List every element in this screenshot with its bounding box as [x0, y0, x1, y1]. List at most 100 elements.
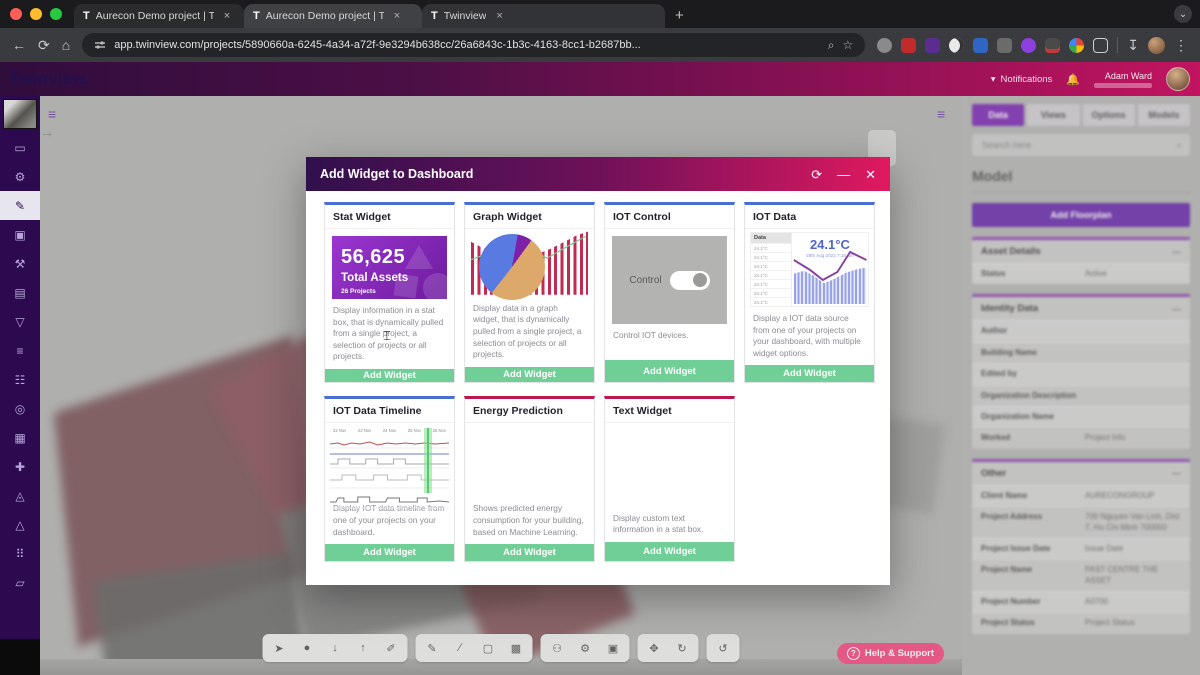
app-header: Twinview. ▾ Notifications 🔔 Adam Ward [0, 62, 1200, 96]
downloads-icon[interactable]: ↧ [1127, 37, 1139, 54]
bookmark-star-icon[interactable]: ☆ [843, 38, 854, 52]
browser-tab[interactable]: T Twinview × [422, 4, 665, 28]
menu-kebab-icon[interactable]: ⋮ [1174, 37, 1188, 54]
back-icon[interactable]: ← [12, 37, 26, 53]
add-widget-button[interactable]: Add Widget [745, 365, 874, 382]
sidebar-tool-icon[interactable]: ⚒ [0, 249, 40, 278]
add-widget-button[interactable]: Add Widget [465, 544, 594, 561]
twinview-favicon: T [83, 10, 90, 22]
model-thumbnail[interactable] [3, 99, 37, 129]
extension-icon[interactable] [877, 38, 892, 53]
date-label: 24 Nov [383, 428, 396, 433]
widget-card-iot-control: IOT Control Control Control IOT devices.… [604, 202, 735, 383]
zoom-search-icon[interactable]: ⌕ [828, 38, 835, 53]
list-row: 24.1°C [751, 243, 791, 252]
toggle-switch[interactable] [670, 271, 710, 290]
bell-icon[interactable]: 🔔 [1066, 73, 1080, 86]
add-widget-button[interactable]: Add Widget [465, 367, 594, 382]
close-icon[interactable]: ✕ [865, 168, 876, 181]
browser-profile-avatar[interactable] [1148, 37, 1165, 54]
add-widget-button[interactable]: Add Widget [605, 542, 734, 561]
sidebar-tool-icon[interactable]: ▭ [0, 133, 40, 162]
widget-title: IOT Control [605, 205, 734, 229]
widget-title: IOT Data Timeline [325, 399, 454, 423]
sidebar-tool-icon[interactable]: ◎ [0, 394, 40, 423]
add-widget-button[interactable]: Add Widget [325, 369, 454, 382]
sidebar-tool-icon[interactable]: ▽ [0, 307, 40, 336]
sidebar-tool-icon[interactable]: ▤ [0, 278, 40, 307]
sidebar-tool-icon[interactable]: ✎ [0, 191, 40, 220]
refresh-icon[interactable]: ⟳ [811, 168, 822, 181]
date-label: 26 Nov [433, 428, 446, 433]
extension-icon[interactable] [949, 38, 964, 53]
trend-line [792, 236, 868, 306]
sidebar-tool-icon[interactable]: ✚ [0, 452, 40, 481]
site-settings-icon[interactable] [94, 39, 106, 51]
add-widget-button[interactable]: Add Widget [325, 544, 454, 561]
widget-description: Display a IOT data source from one of yo… [745, 307, 874, 365]
widget-card-text: Text Widget Display custom text informat… [604, 396, 735, 562]
circle-shape [423, 273, 447, 299]
list-row: 24.1°C [751, 279, 791, 288]
widget-title: Text Widget [605, 399, 734, 423]
add-widget-modal: Add Widget to Dashboard ⟳ — ✕ Stat Widge… [306, 157, 890, 585]
tab-title: Twinview [444, 10, 487, 22]
sidebar-icons: ▭⚙✎▣⚒▤▽≡☷◎▦✚◬△⠿▱ [0, 133, 40, 597]
minimize-icon[interactable]: — [837, 168, 850, 181]
tab-close-icon[interactable]: × [496, 10, 502, 22]
extension-icon[interactable] [973, 38, 988, 53]
sidebar-tool-icon[interactable]: ≡ [0, 336, 40, 365]
add-widget-button[interactable]: Add Widget [605, 360, 734, 382]
browser-tab-strip: T Aurecon Demo project | Twin... × T Aur… [0, 0, 1200, 28]
window-controls [0, 0, 74, 28]
user-avatar[interactable] [1166, 67, 1190, 91]
tab-search-chevron-icon[interactable]: ⌄ [1174, 5, 1192, 23]
timeline-cursor[interactable] [424, 428, 432, 493]
reload-icon[interactable]: ⟳ [38, 37, 50, 54]
extension-icon[interactable] [1069, 38, 1084, 53]
twinview-logo[interactable]: Twinview. [10, 69, 90, 89]
zoom-window-button[interactable] [50, 8, 62, 20]
modal-header[interactable]: Add Widget to Dashboard ⟳ — ✕ [306, 157, 890, 191]
address-bar[interactable]: app.twinview.com/projects/5890660a-6245-… [82, 33, 865, 57]
sidebar-tool-icon[interactable]: ◬ [0, 481, 40, 510]
sidebar-tool-icon[interactable]: ▣ [0, 220, 40, 249]
close-window-button[interactable] [10, 8, 22, 20]
home-icon[interactable]: ⌂ [62, 37, 70, 53]
sidebar-tool-icon[interactable]: ▦ [0, 423, 40, 452]
square-shape [394, 274, 419, 299]
sidebar-tool-icon[interactable]: △ [0, 510, 40, 539]
sidebar-tool-icon[interactable]: ⚙ [0, 162, 40, 191]
extension-icon[interactable] [1045, 38, 1060, 53]
minimize-window-button[interactable] [30, 8, 42, 20]
sidebar-tool-icon[interactable]: ☷ [0, 365, 40, 394]
widget-description: Display custom text information in a sta… [605, 507, 734, 542]
extension-icon[interactable] [925, 38, 940, 53]
tab-close-icon[interactable]: × [394, 10, 400, 22]
empty-preview [471, 426, 588, 497]
extensions-puzzle-icon[interactable] [1093, 38, 1108, 53]
url-text: app.twinview.com/projects/5890660a-6245-… [114, 39, 820, 51]
pie-chart [479, 234, 545, 300]
browser-tab[interactable]: T Aurecon Demo project | Twin... × [244, 4, 422, 28]
sidebar-tool-icon[interactable]: ⠿ [0, 539, 40, 568]
new-tab-button[interactable]: + [675, 7, 684, 24]
notifications-link[interactable]: ▾ Notifications [991, 74, 1053, 85]
header-right: ▾ Notifications 🔔 Adam Ward [991, 67, 1190, 91]
user-menu[interactable]: Adam Ward [1094, 71, 1152, 88]
extension-icon[interactable] [997, 38, 1012, 53]
modal-body: Stat Widget 56,625 Total Assets 26 Proje… [306, 191, 890, 573]
extension-icon[interactable] [1021, 38, 1036, 53]
widget-description: Control IOT devices. [605, 324, 734, 360]
sidebar-tool-icon[interactable]: ▱ [0, 568, 40, 597]
browser-tab[interactable]: T Aurecon Demo project | Twin... × [74, 4, 244, 28]
control-label: Control [629, 275, 661, 286]
user-name: Adam Ward [1105, 71, 1152, 81]
date-label: 22 Nov [333, 428, 346, 433]
triangle-shape [405, 245, 433, 269]
tab-close-icon[interactable]: × [224, 10, 230, 22]
extension-icon[interactable] [901, 38, 916, 53]
widget-card-graph: Graph Widget Display data in a graph wid… [464, 202, 595, 383]
widget-card-stat: Stat Widget 56,625 Total Assets 26 Proje… [324, 202, 455, 383]
empty-preview [611, 426, 728, 507]
